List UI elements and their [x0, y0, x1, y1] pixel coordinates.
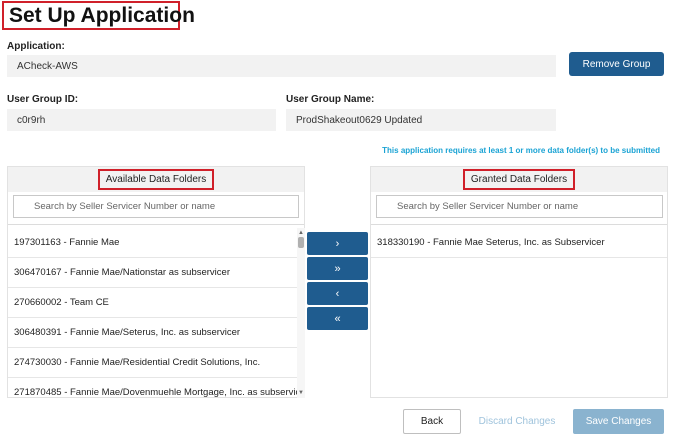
granted-search-placeholder: Search by Seller Servicer Number or name: [397, 201, 579, 212]
save-changes-button[interactable]: Save Changes: [573, 409, 664, 434]
available-folders-search-input[interactable]: Search by Seller Servicer Number or name: [13, 195, 299, 218]
user-group-name-value: ProdShakeout0629 Updated: [296, 114, 423, 126]
scroll-up-icon[interactable]: ▲: [297, 229, 305, 237]
available-list-scrollbar[interactable]: ▲ ▼: [297, 228, 305, 398]
scroll-down-icon[interactable]: ▼: [297, 389, 305, 397]
available-folders-header: Available Data Folders: [8, 167, 304, 192]
move-all-left-button[interactable]: «: [307, 307, 368, 330]
granted-folders-title: Granted Data Folders: [462, 169, 576, 190]
available-folder-item[interactable]: 274730030 - Fannie Mae/Residential Credi…: [8, 348, 297, 378]
double-chevron-left-icon: «: [334, 312, 341, 325]
user-group-id-field: c0r9rh: [7, 109, 276, 131]
granted-folder-item[interactable]: 318330190 - Fannie Mae Seterus, Inc. as …: [371, 228, 667, 258]
requirement-note: This application requires at least 1 or …: [382, 146, 660, 155]
chevron-left-icon: ‹: [335, 287, 340, 300]
user-group-name-label: User Group Name:: [286, 94, 375, 105]
granted-folders-search-input[interactable]: Search by Seller Servicer Number or name: [376, 195, 663, 218]
page-title: Set Up Application: [2, 1, 195, 30]
available-list-divider: [8, 224, 304, 225]
granted-folders-list: 318330190 - Fannie Mae Seterus, Inc. as …: [371, 228, 667, 398]
user-group-name-field: ProdShakeout0629 Updated: [286, 109, 556, 131]
back-button[interactable]: Back: [403, 409, 461, 434]
application-label: Application:: [7, 41, 65, 52]
move-selected-right-button[interactable]: ›: [307, 232, 368, 255]
available-folders-list: 197301163 - Fannie Mae 306470167 - Fanni…: [8, 228, 297, 398]
available-folder-item[interactable]: 270660002 - Team CE: [8, 288, 297, 318]
granted-folders-header: Granted Data Folders: [371, 167, 667, 192]
double-chevron-right-icon: »: [334, 262, 341, 275]
user-group-id-value: c0r9rh: [17, 114, 46, 126]
scroll-thumb[interactable]: [298, 237, 304, 248]
granted-folders-panel: Granted Data Folders Search by Seller Se…: [370, 166, 668, 398]
user-group-id-label: User Group ID:: [7, 94, 79, 105]
remove-group-button[interactable]: Remove Group: [569, 52, 664, 76]
granted-list-divider: [371, 224, 667, 225]
available-search-placeholder: Search by Seller Servicer Number or name: [34, 201, 216, 212]
available-folder-item[interactable]: 306470167 - Fannie Mae/Nationstar as sub…: [8, 258, 297, 288]
available-folder-item[interactable]: 271870485 - Fannie Mae/Dovenmuehle Mortg…: [8, 378, 297, 398]
chevron-right-icon: ›: [335, 237, 340, 250]
move-all-right-button[interactable]: »: [307, 257, 368, 280]
available-folders-title: Available Data Folders: [97, 169, 215, 190]
available-folder-item[interactable]: 306480391 - Fannie Mae/Seterus, Inc. as …: [8, 318, 297, 348]
application-field: ACheck-AWS: [7, 55, 556, 77]
available-folder-item[interactable]: 197301163 - Fannie Mae: [8, 228, 297, 258]
application-value: ACheck-AWS: [17, 60, 78, 72]
discard-changes-button[interactable]: Discard Changes: [476, 409, 558, 434]
move-selected-left-button[interactable]: ‹: [307, 282, 368, 305]
available-folders-panel: Available Data Folders Search by Seller …: [7, 166, 305, 398]
